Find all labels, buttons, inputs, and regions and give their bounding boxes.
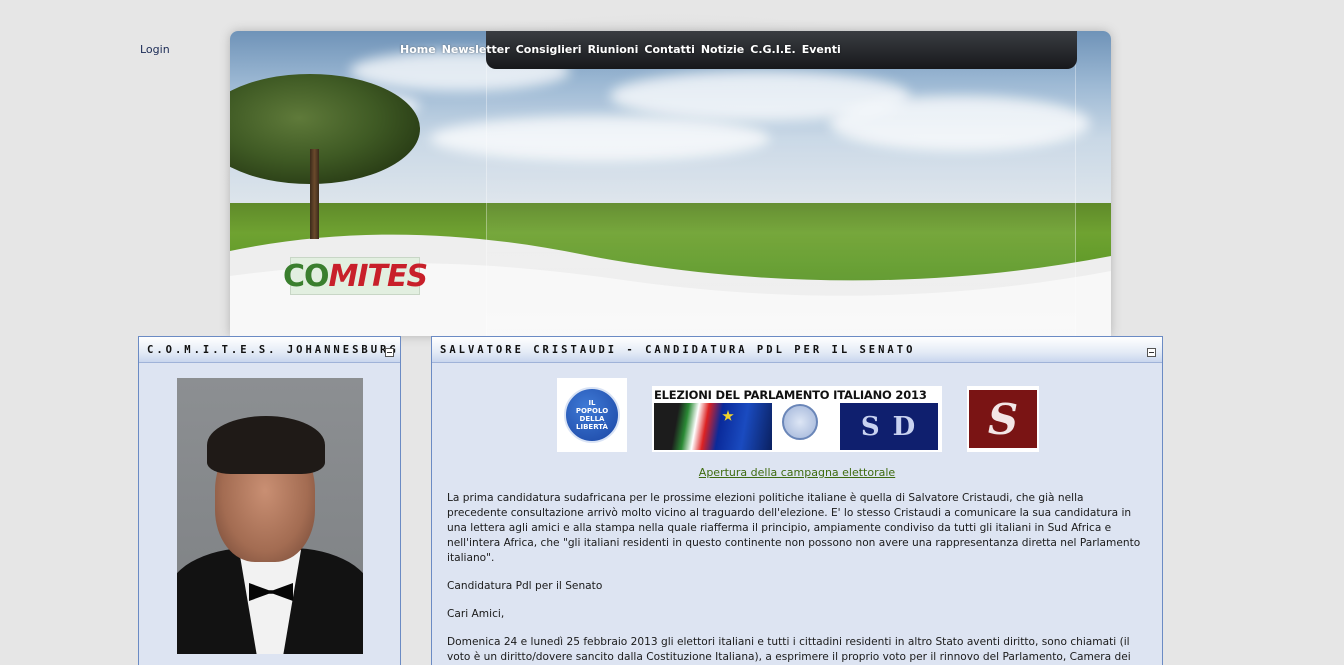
- logos-row: IL POPOLO DELLA LIBERTÀ ELEZIONI DEL PAR…: [432, 378, 1162, 454]
- nav-eventi[interactable]: Eventi: [802, 43, 841, 56]
- panel-title: C.O.M.I.T.E.S. JOHANNESBURG: [147, 343, 399, 356]
- panel-header: C.O.M.I.T.E.S. JOHANNESBURG: [139, 337, 400, 363]
- elezioni-banner: ELEZIONI DEL PARLAMENTO ITALIANO 2013 S …: [652, 386, 942, 452]
- tree-trunk: [310, 149, 319, 239]
- article-paragraph: La prima candidatura sudafricana per le …: [447, 492, 1141, 564]
- panel-header: SALVATORE CRISTAUDI - CANDIDATURA PDL PE…: [432, 337, 1162, 363]
- nav-home[interactable]: Home: [400, 43, 436, 56]
- emblem-icon: [782, 404, 818, 440]
- login-link[interactable]: Login: [140, 43, 170, 56]
- logo-part2: M: [328, 258, 358, 294]
- minimize-icon[interactable]: [385, 348, 394, 357]
- comites-panel: C.O.M.I.T.E.S. JOHANNESBURG: [138, 336, 401, 665]
- article-panel: SALVATORE CRISTAUDI - CANDIDATURA PDL PE…: [431, 336, 1163, 665]
- logo-part1: CO: [282, 258, 330, 294]
- nav-consiglieri[interactable]: Consiglieri: [516, 43, 582, 56]
- portrait-photo: [177, 378, 363, 654]
- nav-contatti[interactable]: Contatti: [644, 43, 694, 56]
- article-paragraph: Cari Amici,: [447, 608, 505, 620]
- main-nav: Home Newsletter Consiglieri Riunioni Con…: [400, 43, 841, 56]
- header-overlay: [486, 31, 1076, 336]
- article-paragraph: Candidatura Pdl per il Senato: [447, 580, 603, 592]
- nav-notizie[interactable]: Notizie: [701, 43, 744, 56]
- article-paragraph: Domenica 24 e lunedì 25 febbraio 2013 gl…: [447, 636, 1131, 663]
- nav-riunioni[interactable]: Riunioni: [588, 43, 639, 56]
- pdl-logo: IL POPOLO DELLA LIBERTÀ: [557, 378, 627, 452]
- campaign-link[interactable]: Apertura della campagna elettorale: [432, 466, 1162, 479]
- logo-part4: ES: [386, 258, 428, 294]
- nav-cgie[interactable]: C.G.I.E.: [750, 43, 795, 56]
- logo-part3: IT: [357, 258, 388, 294]
- elezioni-title: ELEZIONI DEL PARLAMENTO ITALIANO 2013: [654, 388, 927, 402]
- article-title: SALVATORE CRISTAUDI - CANDIDATURA PDL PE…: [440, 343, 916, 356]
- nav-newsletter[interactable]: Newsletter: [442, 43, 510, 56]
- article-body: La prima candidatura sudafricana per le …: [447, 491, 1147, 665]
- minimize-icon[interactable]: [1147, 348, 1156, 357]
- comites-logo[interactable]: CO M IT ES: [283, 257, 428, 295]
- flag-icon: [654, 403, 772, 450]
- senate-logo: S: [967, 386, 1039, 452]
- senato-deputati-logo: S D: [840, 403, 938, 450]
